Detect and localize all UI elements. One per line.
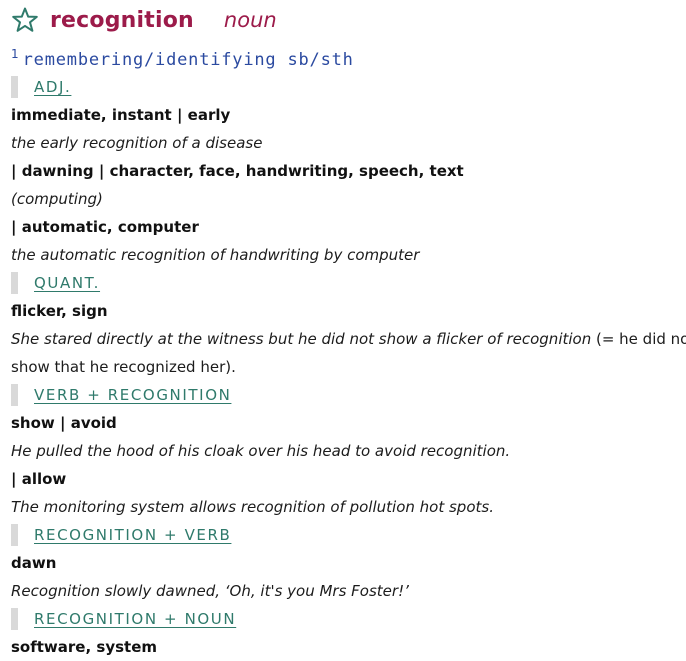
collocation: software, system bbox=[11, 638, 158, 656]
sense-definition: remembering/identifying sb/sth bbox=[22, 50, 354, 70]
collocation: immediate, instant | early bbox=[11, 106, 231, 124]
example-text: She stared directly at the witness but h… bbox=[11, 330, 592, 348]
category-adj: ADJ. bbox=[11, 73, 678, 101]
category-label-verb-recognition[interactable]: VERB + RECOGNITION bbox=[34, 381, 231, 409]
example: the automatic recognition of handwriting… bbox=[11, 246, 420, 264]
sense-heading: 1 remembering/identifying sb/sth bbox=[11, 47, 354, 71]
category-marker bbox=[11, 272, 18, 294]
category-recognition-noun: RECOGNITION + NOUN bbox=[11, 605, 678, 633]
star-icon[interactable] bbox=[11, 6, 39, 34]
headword: recognition bbox=[50, 7, 194, 33]
collocation: | allow bbox=[11, 470, 67, 488]
collocation: | automatic, computer bbox=[11, 218, 199, 236]
part-of-speech: noun bbox=[223, 8, 277, 32]
category-marker bbox=[11, 608, 18, 630]
example-gloss-continued: show that he recognized her). bbox=[11, 358, 236, 376]
collocation: show | avoid bbox=[11, 414, 117, 432]
example-gloss: (= he did not bbox=[591, 330, 686, 348]
category-quant: QUANT. bbox=[11, 269, 678, 297]
sense-number: 1 bbox=[11, 47, 19, 61]
category-verb-recognition: VERB + RECOGNITION bbox=[11, 381, 678, 409]
example: The monitoring system allows recognition… bbox=[11, 498, 494, 516]
example: Recognition slowly dawned, ‘Oh, it's you… bbox=[11, 582, 409, 600]
category-marker bbox=[11, 384, 18, 406]
category-recognition-verb: RECOGNITION + VERB bbox=[11, 521, 678, 549]
category-marker bbox=[11, 76, 18, 98]
example: He pulled the hood of his cloak over his… bbox=[11, 442, 511, 460]
category-marker bbox=[11, 524, 18, 546]
category-label-adj[interactable]: ADJ. bbox=[34, 73, 71, 101]
example: She stared directly at the witness but h… bbox=[11, 325, 686, 353]
usage-note: (computing) bbox=[11, 190, 103, 208]
collocation: | dawning | character, face, handwriting… bbox=[11, 162, 464, 180]
entry-header: recognition noun bbox=[11, 2, 277, 38]
collocation: dawn bbox=[11, 554, 57, 572]
category-label-recognition-verb[interactable]: RECOGNITION + VERB bbox=[34, 521, 231, 549]
example: the early recognition of a disease bbox=[11, 134, 263, 152]
collocation: flicker, sign bbox=[11, 302, 108, 320]
category-label-recognition-noun[interactable]: RECOGNITION + NOUN bbox=[34, 605, 236, 633]
category-label-quant[interactable]: QUANT. bbox=[34, 269, 100, 297]
